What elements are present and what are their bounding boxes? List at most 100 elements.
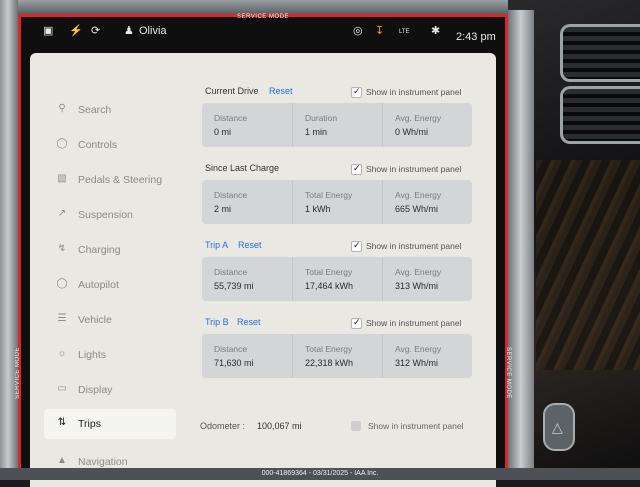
sidebar-item-autopilot[interactable]: ◯ Autopilot — [44, 270, 176, 300]
sidebar-item-pedals-steering[interactable]: ▧ Pedals & Steering — [44, 165, 176, 195]
user-name[interactable]: Olivia — [139, 25, 167, 37]
show-in-panel-label: Show in instrument panel — [366, 87, 462, 97]
show-in-panel-checkbox[interactable] — [351, 240, 362, 252]
section-title: Current Drive — [205, 86, 259, 96]
sliders-icon: ☰ — [57, 313, 67, 324]
sidebar-item-label: Autopilot — [78, 279, 119, 291]
wood-trim — [536, 160, 640, 370]
show-in-panel-checkbox[interactable] — [351, 86, 362, 98]
stat-value: 665 Wh/mi — [395, 204, 439, 214]
stat-value: 313 Wh/mi — [395, 281, 439, 291]
sidebar-item-controls[interactable]: ◯ Controls — [44, 130, 176, 160]
sidebar-item-vehicle[interactable]: ☰ Vehicle — [44, 305, 176, 335]
sidebar-item-label: Vehicle — [78, 314, 112, 326]
lock-icon[interactable]: ▣ — [43, 24, 53, 37]
user-icon[interactable]: ♟ — [124, 24, 134, 37]
sidebar-item-label: Navigation — [78, 456, 128, 468]
odometer-value: 100,067 mi — [257, 421, 302, 431]
sidebar-item-label: Display — [78, 384, 113, 396]
touchscreen: SERVICE MODE SERVICE MODE SERVICE MODE ▣… — [15, 14, 511, 487]
stats-card: Distance 71,630 mi Total Energy 22,318 k… — [202, 334, 472, 378]
stat-label: Avg. Energy — [395, 344, 442, 354]
stats-card: Distance 2 mi Total Energy 1 kWh Avg. En… — [202, 180, 472, 224]
toggle-icon: ◯ — [56, 138, 68, 149]
sidebar-item-label: Trips — [78, 418, 101, 430]
show-in-panel-label: Show in instrument panel — [366, 164, 462, 174]
stat-cell: Distance 55,739 mi — [202, 257, 292, 301]
stat-value: 1 min — [305, 127, 328, 137]
stat-value: 17,464 kWh — [305, 281, 354, 291]
section-title: Trip A — [205, 240, 229, 250]
settings-sidebar: ⚲ Search ◯ Controls ▧ Pedals & Steering … — [30, 53, 190, 483]
show-in-panel-checkbox[interactable] — [351, 421, 361, 431]
stat-value: 55,739 mi — [214, 281, 254, 291]
hazard-button[interactable]: △ — [543, 403, 575, 451]
stat-label: Total Energy — [305, 344, 353, 354]
settings-panel: ⚲ Search ◯ Controls ▧ Pedals & Steering … — [30, 53, 496, 487]
navigation-icon: ▲ — [57, 455, 67, 466]
download-icon[interactable]: ↧ — [375, 24, 384, 37]
bluetooth-icon[interactable]: ✱ — [431, 24, 440, 37]
air-vent — [560, 86, 640, 144]
sidebar-item-label: Search — [78, 104, 112, 116]
watermark-footer: 000-41869364 - 03/31/2025 - IAA Inc. — [0, 468, 640, 480]
service-mode-side-label: SERVICE MODE — [15, 347, 21, 399]
stat-label: Distance — [214, 267, 248, 277]
camera-icon[interactable]: ◎ — [353, 24, 363, 37]
suspension-icon: ↗ — [57, 208, 67, 219]
sidebar-item-charging[interactable]: ↯ Charging — [44, 235, 176, 265]
stats-card: Distance 0 mi Duration 1 min Avg. Energy… — [202, 103, 472, 147]
trips-icon: ⇅ — [57, 417, 67, 428]
stat-cell: Total Energy 17,464 kWh — [292, 257, 383, 301]
stat-value: 2 mi — [214, 204, 232, 214]
clock: 2:43 pm — [456, 31, 496, 43]
show-in-panel-label: Show in instrument panel — [366, 241, 462, 251]
sun-icon: ☼ — [57, 348, 67, 359]
stat-value: 0 mi — [214, 127, 232, 137]
stat-cell: Total Energy 1 kWh — [292, 180, 383, 224]
refresh-icon[interactable]: ⟳ — [91, 24, 100, 37]
show-in-panel-label: Show in instrument panel — [366, 318, 462, 328]
reset-link[interactable]: Reset — [238, 240, 262, 250]
odometer-label: Odometer : — [200, 421, 246, 431]
sidebar-item-search[interactable]: ⚲ Search — [44, 95, 176, 125]
show-in-panel-checkbox[interactable] — [351, 317, 362, 329]
stat-cell: Distance 0 mi — [202, 103, 292, 147]
reset-link[interactable]: Reset — [269, 86, 293, 96]
stat-label: Total Energy — [305, 190, 353, 200]
sidebar-item-label: Suspension — [78, 209, 133, 221]
stat-label: Avg. Energy — [395, 113, 442, 123]
sidebar-item-label: Lights — [78, 349, 107, 361]
sidebar-item-trips[interactable]: ⇅ Trips — [44, 409, 176, 439]
show-in-panel-checkbox[interactable] — [351, 163, 362, 175]
stat-value: 71,630 mi — [214, 358, 254, 368]
section-title: Since Last Charge — [205, 163, 280, 173]
stat-cell: Avg. Energy 313 Wh/mi — [382, 257, 473, 301]
stat-cell: Distance 71,630 mi — [202, 334, 292, 378]
sidebar-item-lights[interactable]: ☼ Lights — [44, 340, 176, 370]
show-in-panel-label: Show in instrument panel — [368, 421, 464, 431]
bolt-icon: ⚡ — [69, 25, 83, 37]
section-header: Current Drive Reset Show in instrument p… — [200, 86, 480, 100]
air-vent — [560, 24, 640, 82]
stat-label: Avg. Energy — [395, 190, 442, 200]
stat-value: 1 kWh — [305, 204, 331, 214]
stat-label: Distance — [214, 344, 248, 354]
stat-value: 0 Wh/mi — [395, 127, 429, 137]
search-icon: ⚲ — [58, 103, 66, 114]
trim-strip — [508, 10, 534, 480]
car-icon: ▧ — [57, 173, 67, 184]
section-header: Since Last Charge Show in instrument pan… — [200, 163, 480, 177]
stat-cell: Duration 1 min — [292, 103, 383, 147]
hazard-icon: △ — [552, 419, 563, 435]
sidebar-item-suspension[interactable]: ↗ Suspension — [44, 200, 176, 230]
reset-link[interactable]: Reset — [237, 317, 261, 327]
stat-cell: Avg. Energy 665 Wh/mi — [382, 180, 473, 224]
sidebar-item-label: Pedals & Steering — [78, 174, 163, 186]
sidebar-item-display[interactable]: ▭ Display — [44, 375, 176, 405]
left-bezel — [0, 0, 18, 480]
odometer-row: Odometer : 100,067 mi Show in instrument… — [200, 419, 490, 435]
section-title: Trip B — [205, 317, 229, 327]
section-header: Trip B Reset Show in instrument panel — [200, 317, 480, 331]
stat-cell: Distance 2 mi — [202, 180, 292, 224]
